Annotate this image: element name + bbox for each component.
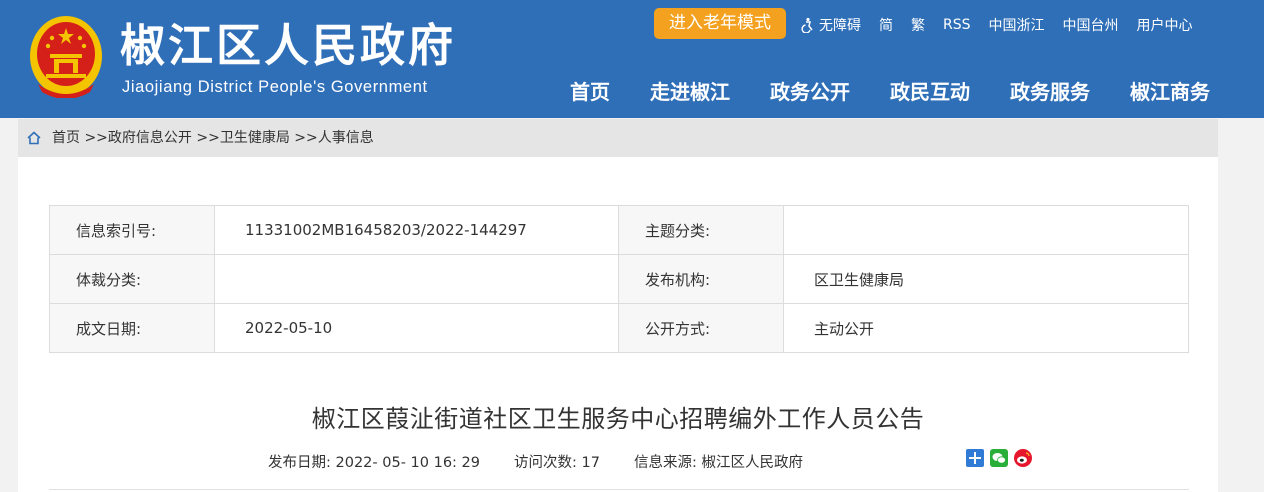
visits-label: 访问次数: <box>514 455 577 471</box>
breadcrumb-disclosure[interactable]: >>政府信息公开 <box>80 130 191 146</box>
index-number-value: 11331002MB16458203/2022-144297 <box>214 205 619 255</box>
publisher-label: 发布机构: <box>618 254 784 304</box>
table-row: 信息索引号: 11331002MB16458203/2022-144297 主题… <box>49 205 1189 255</box>
creation-date-label: 成文日期: <box>49 303 215 353</box>
nav-interaction[interactable]: 政民互动 <box>870 76 990 104</box>
breadcrumb: 首页 >>政府信息公开 >>卫生健康局 >>人事信息 <box>18 119 1218 157</box>
content-panel: 信息索引号: 11331002MB16458203/2022-144297 主题… <box>18 157 1218 492</box>
creation-date-value: 2022-05-10 <box>214 303 619 353</box>
traditional-chinese-link[interactable]: 繁 <box>911 15 925 35</box>
rss-link[interactable]: RSS <box>943 17 971 33</box>
table-row: 体裁分类: 发布机构: 区卫生健康局 <box>49 254 1189 304</box>
article-title: 椒江区葭沚街道社区卫生服务中心招聘编外工作人员公告 <box>311 405 925 433</box>
home-icon <box>27 131 41 145</box>
share-plus-icon[interactable] <box>966 449 984 467</box>
source-label: 信息来源: <box>633 455 697 471</box>
simplified-chinese-link[interactable]: 简 <box>879 15 893 35</box>
accessibility-icon <box>801 17 813 33</box>
share-bar <box>966 449 1032 467</box>
site-title[interactable]: 椒江区人民政府 <box>120 18 456 74</box>
breadcrumb-home[interactable]: 首页 <box>52 130 80 146</box>
nav-commerce[interactable]: 椒江商务 <box>1110 76 1230 104</box>
breadcrumb-personnel-info[interactable]: >>人事信息 <box>290 130 373 146</box>
china-zhejiang-link[interactable]: 中国浙江 <box>989 15 1045 35</box>
accessibility-label: 无障碍 <box>819 18 861 34</box>
china-taizhou-link[interactable]: 中国台州 <box>1063 15 1119 35</box>
wechat-icon[interactable] <box>990 449 1008 467</box>
info-metadata-table: 信息索引号: 11331002MB16458203/2022-144297 主题… <box>49 205 1189 353</box>
topic-category-value <box>783 205 1189 255</box>
topic-category-label: 主题分类: <box>618 205 784 255</box>
nav-about-jiaojiang[interactable]: 走进椒江 <box>630 76 750 104</box>
publication-info: 发布日期: 2022- 05- 10 16: 29 访问次数: 17 信息来源:… <box>268 451 837 472</box>
user-center-link[interactable]: 用户中心 <box>1137 15 1193 35</box>
pub-date-label: 发布日期: <box>268 455 331 471</box>
breadcrumb-health-bureau[interactable]: >>卫生健康局 <box>192 130 289 146</box>
weibo-icon[interactable] <box>1014 449 1032 467</box>
nav-government-services[interactable]: 政务服务 <box>990 76 1110 104</box>
table-row: 成文日期: 2022-05-10 公开方式: 主动公开 <box>49 303 1189 353</box>
site-subtitle: Jiaojiang District People's Government <box>122 78 428 96</box>
national-emblem-icon <box>30 16 102 98</box>
site-header: 椒江区人民政府 Jiaojiang District People's Gove… <box>0 0 1264 118</box>
pub-date-value: 2022- 05- 10 16: 29 <box>335 455 481 471</box>
publisher-value: 区卫生健康局 <box>783 254 1189 304</box>
genre-category-value <box>214 254 619 304</box>
disclosure-method-value: 主动公开 <box>783 303 1189 353</box>
genre-category-label: 体裁分类: <box>49 254 215 304</box>
source-value: 椒江区人民政府 <box>701 455 803 471</box>
index-number-label: 信息索引号: <box>49 205 215 255</box>
top-links: 无障碍 简 繁 RSS 中国浙江 中国台州 用户中心 <box>800 14 1211 36</box>
nav-government-disclosure[interactable]: 政务公开 <box>750 76 870 104</box>
divider <box>49 489 1189 490</box>
main-nav: 首页 走进椒江 政务公开 政民互动 政务服务 椒江商务 <box>550 76 1230 104</box>
elder-mode-button[interactable]: 进入老年模式 <box>654 8 786 39</box>
visits-value: 17 <box>581 455 600 471</box>
nav-home[interactable]: 首页 <box>550 76 630 104</box>
disclosure-method-label: 公开方式: <box>618 303 784 353</box>
accessibility-link[interactable]: 无障碍 <box>800 15 861 35</box>
